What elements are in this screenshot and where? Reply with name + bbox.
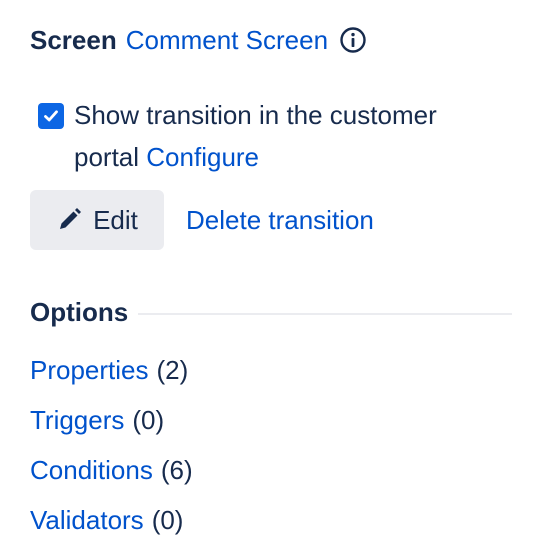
customer-portal-checkbox[interactable] xyxy=(38,103,64,129)
screen-label: Screen xyxy=(30,24,117,55)
option-item-conditions: Conditions (6) xyxy=(30,450,193,500)
screen-row: Screen Comment Screen xyxy=(30,20,367,60)
conditions-count: (6) xyxy=(160,455,193,485)
checkmark-icon xyxy=(44,110,58,122)
customer-portal-option: Show transition in the customer portal C… xyxy=(38,94,508,178)
triggers-link[interactable]: Triggers xyxy=(30,405,124,435)
properties-count: (2) xyxy=(156,355,189,385)
screen-link[interactable]: Comment Screen xyxy=(126,25,328,56)
configure-link[interactable]: Configure xyxy=(146,142,259,172)
info-icon[interactable] xyxy=(339,26,367,54)
edit-button-label: Edit xyxy=(93,204,138,235)
customer-portal-label: Show transition in the customer portal C… xyxy=(74,94,508,178)
option-item-properties: Properties (2) xyxy=(30,350,193,400)
delete-transition-link[interactable]: Delete transition xyxy=(186,200,374,240)
option-item-triggers: Triggers (0) xyxy=(30,400,193,450)
options-header: Options xyxy=(30,292,512,332)
options-title: Options xyxy=(30,296,129,327)
triggers-count: (0) xyxy=(132,405,165,435)
options-list: Properties (2) Triggers (0) Conditions (6) … xyxy=(30,350,193,550)
option-item-validators: Validators (0) xyxy=(30,500,193,550)
conditions-link[interactable]: Conditions xyxy=(30,455,153,485)
validators-link[interactable]: Validators xyxy=(30,505,144,535)
pencil-icon xyxy=(56,207,82,233)
edit-button[interactable]: Edit xyxy=(30,190,164,250)
options-divider xyxy=(138,313,512,315)
validators-count: (0) xyxy=(151,505,184,535)
properties-link[interactable]: Properties xyxy=(30,355,149,385)
